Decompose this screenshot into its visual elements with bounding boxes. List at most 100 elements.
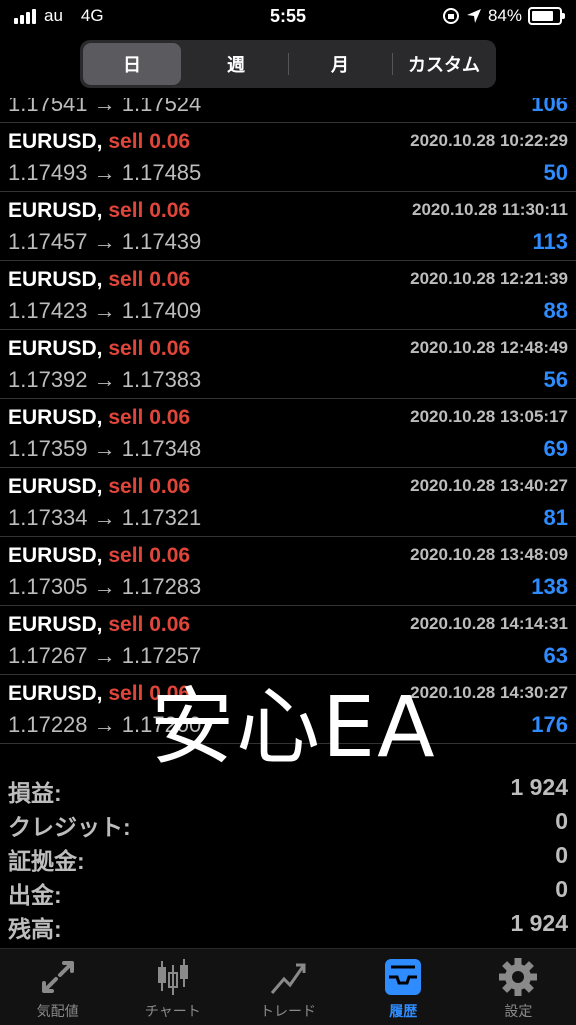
summary-row: 出金: 0 — [0, 872, 576, 908]
trade-price-range: 1.17334 → 1.17321 — [8, 505, 202, 530]
trade-symbol-name: EURUSD, — [8, 682, 103, 705]
trade-profit: 56 — [543, 367, 568, 392]
watermark-text: 安心EA — [150, 678, 437, 776]
trade-side: sell 0.06 — [108, 475, 191, 498]
trade-row[interactable]: EURUSD, sell 0.061.17541 → 1.17524106 — [0, 98, 576, 123]
trade-datetime: 2020.10.28 11:30:11 — [412, 200, 568, 219]
trade-datetime: 2020.10.28 13:40:27 — [410, 476, 568, 495]
trade-row[interactable]: EURUSD, sell 0.06 2020.10.28 12:21:39 1.17… — [0, 260, 576, 330]
trade-profit: 176 — [531, 712, 568, 737]
trade-price-range: 1.17457 → 1.17439 — [8, 229, 202, 254]
tab-chart-label: チャート — [144, 1003, 201, 1019]
trade-profit: 81 — [543, 505, 568, 530]
trade-side: sell 0.06 — [108, 406, 191, 429]
trade-side: sell 0.06 — [108, 544, 191, 567]
summary-value: 0 — [555, 808, 568, 834]
trade-datetime: 2020.10.28 13:05:17 — [410, 407, 568, 426]
period-tab-custom[interactable]: カスタム — [392, 43, 493, 85]
trade-datetime: 2020.10.28 14:14:31 — [410, 614, 568, 633]
tab-history[interactable]: 履歴 — [346, 949, 461, 1025]
trade-row[interactable]: EURUSD, sell 0.06 2020.10.28 13:48:09 1.17… — [0, 536, 576, 606]
summary-value: 0 — [555, 842, 568, 868]
trade-price-range: 1.17423 → 1.17409 — [8, 298, 202, 323]
period-segmented-control: 日 週 月 カスタム — [80, 40, 496, 88]
trade-side: sell 0.06 — [108, 337, 191, 360]
trade-row[interactable]: EURUSD, sell 0.06 2020.10.28 11:30:11 1.17… — [0, 191, 576, 261]
trade-symbol-name: EURUSD, — [8, 268, 103, 291]
summary-value: 0 — [555, 876, 568, 902]
trade-row[interactable]: EURUSD, sell 0.06 2020.10.28 13:40:27 1.17… — [0, 467, 576, 537]
location-arrow-icon — [466, 9, 481, 23]
tab-settings[interactable]: 設定 — [461, 949, 576, 1025]
summary-value: 1 924 — [510, 910, 568, 936]
summary-label: 証拠金: — [8, 848, 85, 874]
history-inbox-icon — [385, 959, 422, 995]
trade-trend-icon — [270, 963, 306, 994]
summary-label: 出金: — [8, 882, 62, 908]
trade-datetime: 2020.10.28 12:48:49 — [410, 338, 568, 357]
summary-label: 残高: — [8, 916, 62, 942]
quotes-arrows-icon — [41, 961, 74, 993]
battery-icon — [528, 7, 565, 25]
tab-quotes[interactable]: 気配値 — [0, 949, 115, 1025]
trade-symbol: EURUSD, sell 0.06 — [8, 337, 190, 361]
trade-row[interactable]: EURUSD, sell 0.06 2020.10.28 13:05:17 1.17… — [0, 398, 576, 468]
summary-row: 証拠金: 0 — [0, 838, 576, 874]
account-summary: 損益: 1 924 クレジット: 0 証拠金: 0 出金: 0 残高: 1 924 — [0, 770, 576, 942]
summary-row: 損益: 1 924 — [0, 770, 576, 806]
trade-price-range: 1.17541 → 1.17524 — [8, 98, 202, 116]
trade-side: sell 0.06 — [108, 199, 191, 222]
summary-label: クレジット: — [8, 814, 131, 840]
summary-row: クレジット: 0 — [0, 804, 576, 840]
trade-symbol-name: EURUSD, — [8, 406, 103, 429]
tab-trade-label: トレード — [260, 1003, 316, 1019]
tab-chart[interactable]: チャート — [115, 949, 230, 1025]
trade-symbol: EURUSD, sell 0.06 — [8, 406, 190, 430]
trade-symbol-name: EURUSD, — [8, 337, 103, 360]
trade-profit: 106 — [531, 98, 568, 116]
trade-profit: 63 — [543, 643, 568, 668]
trade-symbol: EURUSD, sell 0.06 — [8, 199, 190, 223]
trade-price-range: 1.17392 → 1.17383 — [8, 367, 202, 392]
trade-datetime: 2020.10.28 12:21:39 — [410, 269, 568, 288]
summary-value: 1 924 — [510, 774, 568, 800]
trade-symbol: EURUSD, sell 0.06 — [8, 544, 190, 568]
period-tab-month[interactable]: 月 — [288, 43, 389, 85]
gear-icon — [499, 958, 538, 996]
trade-side: sell 0.06 — [108, 613, 191, 636]
status-right: 84% — [442, 6, 565, 26]
trade-row[interactable]: EURUSD, sell 0.06 2020.10.28 12:48:49 1.17… — [0, 329, 576, 399]
trade-datetime: 2020.10.28 13:48:09 — [410, 545, 568, 564]
trade-row[interactable]: EURUSD, sell 0.06 2020.10.28 10:22:29 1.17… — [0, 122, 576, 192]
bottom-tab-bar: 気配値 チャート トレード 履歴 設定 — [0, 948, 576, 1025]
trade-side: sell 0.06 — [108, 130, 191, 153]
trade-price-range: 1.17493 → 1.17485 — [8, 160, 202, 185]
summary-label: 損益: — [8, 780, 62, 806]
status-bar: au 4G 5:55 84% — [0, 0, 576, 34]
trade-profit: 113 — [532, 229, 569, 254]
trade-price-range: 1.17359 → 1.17348 — [8, 436, 202, 461]
trade-symbol-name: EURUSD, — [8, 544, 103, 567]
trade-symbol: EURUSD, sell 0.06 — [8, 268, 190, 292]
tab-history-label: 履歴 — [389, 1003, 418, 1019]
trade-profit: 138 — [531, 574, 568, 599]
candlestick-chart-icon — [157, 959, 188, 995]
trade-symbol-name: EURUSD, — [8, 130, 103, 153]
summary-row: 残高: 1 924 — [0, 906, 576, 942]
tab-quotes-label: 気配値 — [36, 1003, 79, 1019]
trade-profit: 88 — [543, 298, 568, 323]
orientation-lock-icon — [442, 8, 459, 24]
trade-symbol: EURUSD, sell 0.06 — [8, 130, 190, 154]
trade-symbol: EURUSD, sell 0.06 — [8, 613, 190, 637]
trade-profit: 50 — [543, 160, 568, 185]
tab-trade[interactable]: トレード — [230, 949, 345, 1025]
trade-symbol-name: EURUSD, — [8, 475, 103, 498]
trade-symbol-name: EURUSD, — [8, 199, 103, 222]
trade-profit: 69 — [543, 436, 568, 461]
battery-percent: 84% — [487, 6, 522, 25]
trade-datetime: 2020.10.28 10:22:29 — [410, 131, 568, 150]
tab-settings-label: 設定 — [504, 1003, 533, 1019]
period-tab-day[interactable]: 日 — [83, 43, 181, 85]
period-tab-week[interactable]: 週 — [187, 43, 285, 85]
trade-symbol-name: EURUSD, — [8, 613, 103, 636]
